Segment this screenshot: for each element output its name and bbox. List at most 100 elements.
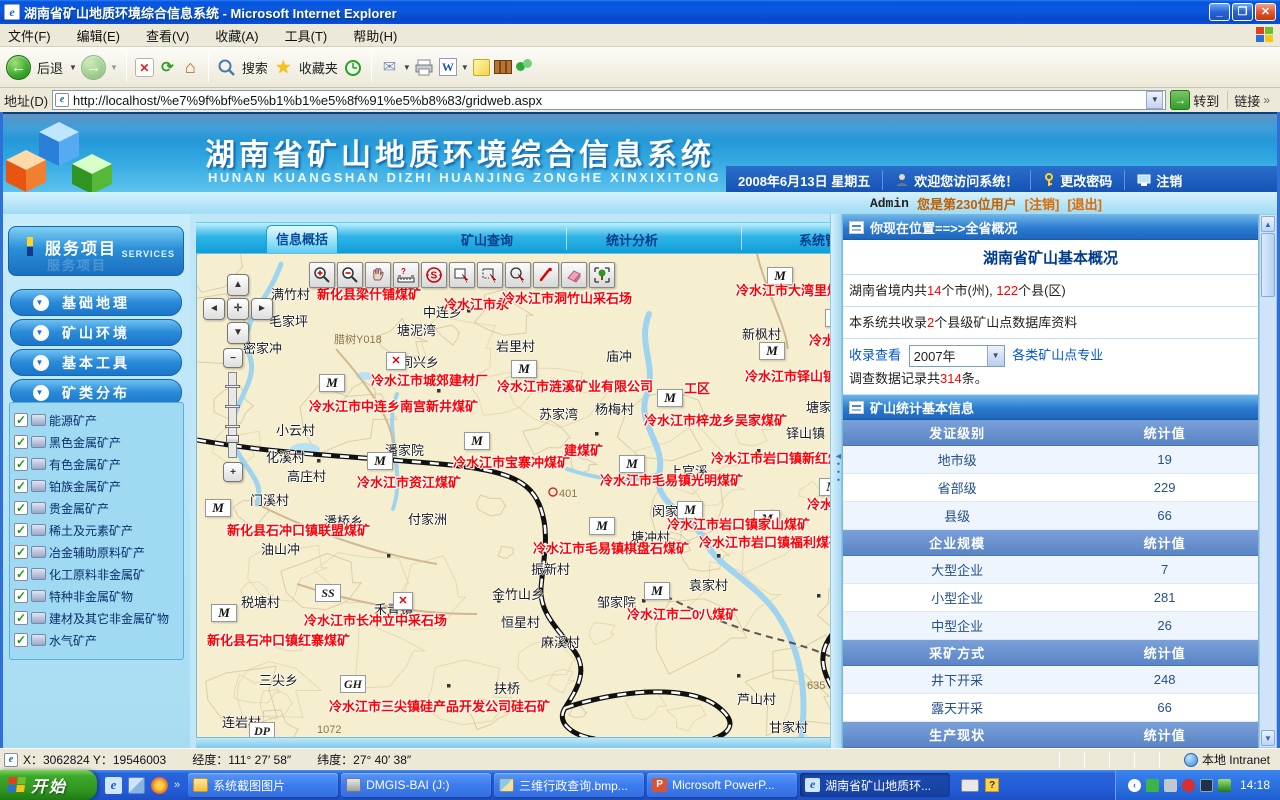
quicklaunch-ie-icon[interactable]: e	[105, 777, 122, 794]
pan-left-button[interactable]: ◄	[203, 298, 225, 320]
taskbar-task[interactable]: e湖南省矿山地质环...	[800, 773, 950, 797]
mine-label[interactable]: 冷水江市三尖镇硅产品开发公司硅石矿	[329, 696, 550, 715]
start-button[interactable]: 开始	[0, 770, 97, 800]
site-marker[interactable]: GH	[340, 675, 366, 693]
mine-label[interactable]: 冷水江市资江煤矿	[357, 472, 461, 491]
taskbar-task[interactable]: PMicrosoft PowerP...	[647, 773, 797, 797]
layer-checkbox[interactable]: ✓	[14, 501, 28, 515]
tab-信息概括[interactable]: 信息概括	[266, 225, 338, 254]
refresh-icon[interactable]: ⟳	[158, 58, 177, 77]
pan-up-button[interactable]: ▲	[227, 274, 249, 296]
tray-display-icon[interactable]	[1200, 779, 1213, 792]
history-icon[interactable]	[344, 58, 363, 77]
change-password-button[interactable]: 更改密码	[1031, 170, 1125, 190]
zoom-out-button[interactable]: −	[223, 348, 243, 368]
discuss-icon[interactable]	[494, 60, 512, 74]
year-select[interactable]: 2007年 ▼	[909, 345, 1005, 367]
exit-link[interactable]: [退出]	[1067, 194, 1102, 213]
mine-label[interactable]: 新化县石冲口镇联盟煤矿	[227, 520, 370, 539]
layer-checkbox[interactable]: ✓	[14, 523, 28, 537]
scroll-thumb[interactable]	[1261, 233, 1275, 297]
closed-mine-marker[interactable]: ✕	[386, 352, 406, 370]
mine-marker[interactable]: M	[644, 582, 670, 600]
layer-checkbox[interactable]: ✓	[14, 457, 28, 471]
favorites-icon[interactable]: ★	[274, 58, 293, 77]
tray-collapse-icon[interactable]: ‹	[1128, 779, 1141, 792]
layer-item[interactable]: ✓贵金属矿产	[14, 497, 179, 519]
mine-label[interactable]: 冷水江市中连乡南宫新井煤矿	[309, 396, 478, 415]
forward-dropdown-icon[interactable]: ▼	[110, 63, 118, 72]
mine-label[interactable]: 冷水江市岩口镇福利煤矿	[699, 532, 842, 551]
site-marker[interactable]: DP	[249, 722, 275, 738]
menu-item[interactable]: 文件(F)	[8, 26, 51, 45]
menu-item[interactable]: 查看(V)	[146, 26, 189, 45]
menu-item[interactable]: 工具(T)	[285, 26, 328, 45]
layer-item[interactable]: ✓化工原料非金属矿	[14, 563, 179, 585]
layer-checkbox[interactable]: ✓	[14, 633, 28, 647]
sidebar-item-2[interactable]: ▼基本工具	[10, 349, 182, 376]
layer-item[interactable]: ✓黑色金属矿产	[14, 431, 179, 453]
eraser-icon[interactable]	[561, 262, 587, 288]
mine-label[interactable]: 工区	[684, 378, 710, 397]
address-url[interactable]: http://localhost/%e7%9f%bf%e5%b1%b1%e5%8…	[73, 93, 542, 108]
mine-label[interactable]: 冷水江市长冲立中采石场	[304, 610, 447, 629]
taskbar-task[interactable]: DMGIS-BAI (J:)	[341, 773, 491, 797]
pan-center-button[interactable]: ✛	[227, 298, 249, 320]
pan-right-button[interactable]: ►	[251, 298, 273, 320]
menu-item[interactable]: 帮助(H)	[353, 26, 397, 45]
mine-marker[interactable]: M	[319, 374, 345, 392]
pan-down-button[interactable]: ▼	[227, 322, 249, 344]
back-dropdown-icon[interactable]: ▼	[69, 63, 77, 72]
edit-dropdown-icon[interactable]: ▼	[461, 63, 469, 72]
tray-security-icon[interactable]	[1182, 779, 1195, 792]
menu-item[interactable]: 编辑(E)	[77, 26, 120, 45]
mine-label[interactable]: 冷水江市宝寨冲煤矿	[453, 452, 570, 471]
layer-item[interactable]: ✓有色金属矿产	[14, 453, 179, 475]
mine-marker[interactable]: M	[205, 499, 231, 517]
mine-label[interactable]: 冷水江市二0八煤矿	[627, 604, 738, 623]
address-dropdown-icon[interactable]: ▼	[1146, 91, 1163, 109]
layer-checkbox[interactable]: ✓	[14, 589, 28, 603]
sidebar-item-1[interactable]: ▼矿山环境	[10, 319, 182, 346]
favorites-label[interactable]: 收藏夹	[299, 58, 338, 77]
layer-item[interactable]: ✓铂族金属矿产	[14, 475, 179, 497]
rect-zoom-icon[interactable]	[449, 262, 475, 288]
site-marker[interactable]: SS	[315, 584, 341, 602]
full-extent-icon[interactable]	[589, 262, 615, 288]
layer-checkbox[interactable]: ✓	[14, 413, 28, 427]
go-button[interactable]: → 转到	[1170, 90, 1219, 110]
circle-select-icon[interactable]	[505, 262, 531, 288]
mine-marker[interactable]: M	[759, 342, 785, 360]
mine-marker[interactable]: M	[657, 389, 683, 407]
mine-label[interactable]: 冷水江市毛易镇光明煤矿	[600, 470, 743, 489]
taskbar-task[interactable]: 系统截图图片	[188, 773, 338, 797]
mine-marker[interactable]: M	[589, 517, 615, 535]
quicklaunch-more-icon[interactable]: »	[174, 779, 180, 791]
word-edit-icon[interactable]: W	[439, 58, 457, 76]
print-icon[interactable]	[415, 58, 435, 76]
notes-icon[interactable]	[473, 59, 490, 76]
messenger-icon[interactable]	[516, 59, 534, 75]
quicklaunch-desktop-icon[interactable]	[128, 777, 145, 794]
layer-item[interactable]: ✓水气矿产	[14, 629, 179, 651]
back-label[interactable]: 后退	[37, 58, 63, 77]
taskbar-task[interactable]: 三维行政查询.bmp...	[494, 773, 644, 797]
input-method-icon[interactable]	[961, 779, 979, 792]
mine-label[interactable]: 冷水江市城郊建材厂	[371, 370, 488, 389]
scroll-up-icon[interactable]: ▲	[1261, 216, 1275, 232]
layer-checkbox[interactable]: ✓	[14, 545, 28, 559]
layer-item[interactable]: ✓特种非金属矿物	[14, 585, 179, 607]
tab-统计分析[interactable]: 统计分析	[606, 230, 658, 249]
mine-label[interactable]: 新化县石冲口镇红寨煤矿	[207, 630, 350, 649]
layer-checkbox[interactable]: ✓	[14, 479, 28, 493]
mine-marker[interactable]: M	[367, 452, 393, 470]
welcome-item[interactable]: 欢迎您访问系统！	[883, 170, 1031, 190]
mine-label[interactable]: 冷水江市洞竹山采石场	[502, 288, 632, 307]
stop-icon[interactable]: ✕	[135, 58, 154, 77]
quicklaunch-media-icon[interactable]	[151, 777, 168, 794]
panel-scrollbar[interactable]: ▲ ▼	[1259, 214, 1277, 748]
mine-label[interactable]: 建煤矿	[564, 440, 603, 459]
search-icon[interactable]	[217, 58, 236, 77]
zoom-in-button[interactable]: +	[223, 462, 243, 482]
close-button[interactable]: ✕	[1255, 3, 1276, 21]
